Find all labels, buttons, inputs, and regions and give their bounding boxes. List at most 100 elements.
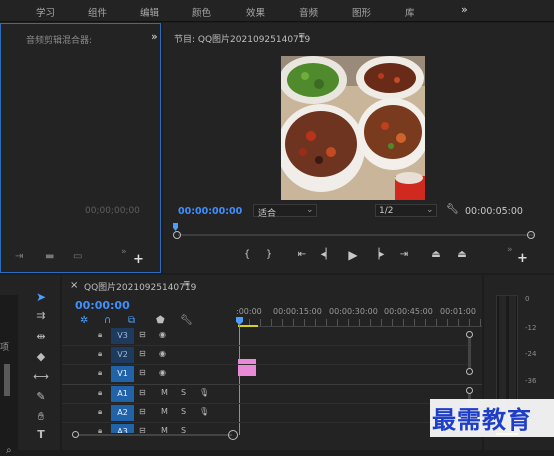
time-ruler[interactable]	[238, 319, 482, 327]
nav-icon[interactable]: ⇥	[15, 251, 23, 262]
program-current-timecode[interactable]: 00:00:00:00	[178, 206, 242, 217]
header-scroll[interactable]	[72, 430, 232, 440]
eye-icon[interactable]: ◉	[159, 368, 166, 377]
track-target-a2[interactable]: A2	[111, 405, 134, 421]
sync-lock-icon[interactable]: ⊟	[139, 407, 146, 416]
watermark-logo: 最需教育	[432, 405, 532, 434]
add-button[interactable]: +	[517, 251, 528, 266]
sync-lock-icon[interactable]: ⊟	[139, 330, 146, 339]
sync-lock-icon[interactable]: ⊟	[139, 368, 146, 377]
track-target-v2[interactable]: V2	[111, 347, 134, 363]
scroll-handle-right[interactable]	[228, 430, 238, 440]
marker-icon[interactable]: ⬟	[156, 315, 165, 326]
track-target-a1[interactable]: A1	[111, 386, 134, 402]
workspace-color[interactable]: 颜色	[192, 5, 211, 19]
video-scrollbar[interactable]	[468, 338, 471, 368]
lift-icon[interactable]: ⏏	[429, 249, 443, 260]
add-button[interactable]: +	[133, 252, 144, 267]
solo-button[interactable]: S	[181, 388, 186, 397]
workspace-assembly[interactable]: 组件	[88, 5, 107, 19]
razor-tool-icon[interactable]: ◆	[33, 349, 49, 365]
lock-icon[interactable]: 🔒︎	[98, 388, 102, 398]
mark-out-icon[interactable]: }	[262, 249, 276, 260]
timeline-timecode[interactable]: 00:00:00	[75, 299, 130, 312]
row-divider	[62, 345, 472, 346]
clip-icon[interactable]: ▬	[45, 251, 54, 262]
lock-icon[interactable]: 🔒︎	[98, 330, 102, 340]
step-forward-icon[interactable]: ▕▸	[371, 249, 385, 260]
workspace-audio[interactable]: 音频	[299, 5, 318, 19]
ripple-edit-tool-icon[interactable]: ⇹	[33, 329, 49, 345]
track-v1: 🔒︎ V1 ⊟ ◉	[62, 365, 236, 383]
mute-button[interactable]: M	[161, 388, 168, 397]
scrub-end-handle[interactable]	[527, 231, 535, 239]
linked-selection-icon[interactable]: ⧉	[128, 315, 135, 326]
video-scroll-handle-top[interactable]	[466, 331, 473, 338]
selection-tool-icon[interactable]: ➤	[33, 289, 49, 305]
sync-lock-icon[interactable]: ⊟	[139, 349, 146, 358]
nest-icon[interactable]: ✲	[80, 315, 88, 326]
track-select-tool-icon[interactable]: ⇉	[33, 308, 49, 324]
microphone-icon[interactable]: 🎙︎	[199, 407, 209, 416]
program-menu-icon[interactable]: ≡	[298, 31, 306, 41]
play-icon[interactable]: ▶	[346, 248, 360, 262]
close-tab-icon[interactable]: ×	[70, 280, 78, 291]
sync-lock-icon[interactable]: ⊟	[139, 388, 146, 397]
more-controls-icon[interactable]: »	[507, 245, 513, 255]
track-area: 🔒︎ V3 ⊟ ◉ 🔒︎ V2 ⊟ ◉ 🔒︎ V1 ⊟ ◉ 🔒︎ A1 ⊟ M …	[62, 327, 482, 433]
workspace-more-button[interactable]: »	[461, 3, 468, 16]
row-divider	[62, 364, 472, 365]
scrubber-track	[178, 234, 534, 236]
solo-button[interactable]: S	[181, 407, 186, 416]
resolution-dropdown[interactable]: 1/2 ⌄	[375, 204, 437, 217]
workspace-libraries[interactable]: 库	[405, 5, 415, 19]
lock-icon[interactable]: 🔒︎	[98, 349, 102, 359]
pen-tool-icon[interactable]: ✎	[33, 389, 49, 405]
video-scroll-handle-bottom[interactable]	[466, 368, 473, 375]
eye-icon[interactable]: ◉	[159, 349, 166, 358]
snap-icon[interactable]: ∩	[104, 315, 111, 326]
wrench-icon[interactable]: 🔧︎	[446, 204, 459, 215]
extract-icon[interactable]: ⏏	[455, 249, 469, 260]
workspace-effects[interactable]: 效果	[246, 5, 265, 19]
hand-tool-icon[interactable]: ✋︎	[33, 409, 49, 425]
more-controls-icon[interactable]: »	[121, 247, 127, 257]
microphone-icon[interactable]: 🎙︎	[199, 388, 209, 397]
wrench-icon[interactable]: 🔧︎	[180, 315, 193, 326]
audio-mixer-title: 音频剪辑混合器:	[26, 36, 93, 46]
meter-label: -36	[525, 377, 537, 385]
scroll-handle-left[interactable]	[72, 431, 79, 438]
search-icon[interactable]: ⌕	[6, 445, 12, 456]
scroll-track	[79, 434, 232, 436]
fit-dropdown[interactable]: 适合 ⌄	[253, 204, 317, 219]
mute-button[interactable]: M	[161, 407, 168, 416]
scrub-start-handle[interactable]	[173, 231, 181, 239]
program-scrubber[interactable]	[173, 223, 543, 239]
track-target-v1[interactable]: V1	[111, 366, 134, 382]
sequence-tab[interactable]: QQ图片20210925140719	[84, 280, 196, 293]
go-to-out-icon[interactable]: ⇥	[397, 249, 411, 260]
lock-icon[interactable]: 🔒︎	[98, 368, 102, 378]
scrollbar[interactable]	[4, 364, 10, 396]
mark-in-icon[interactable]: {	[240, 249, 254, 260]
chevron-down-icon: ⌄	[426, 205, 434, 215]
track-target-v3[interactable]: V3	[111, 328, 134, 344]
type-tool-icon[interactable]: T	[33, 427, 49, 443]
lock-icon[interactable]: 🔒︎	[98, 407, 102, 417]
video-clip[interactable]	[238, 359, 256, 376]
workspace-graphics[interactable]: 图形	[352, 5, 371, 19]
row-divider	[62, 403, 472, 404]
slip-tool-icon[interactable]: ⟷	[33, 369, 49, 385]
film-icon[interactable]: ▭	[73, 251, 82, 262]
video-frame	[281, 56, 425, 200]
go-to-in-icon[interactable]: ⇤	[295, 249, 309, 260]
step-back-icon[interactable]: ◂▏	[320, 249, 334, 260]
sequence-menu-icon[interactable]: ≡	[183, 279, 191, 289]
row-divider	[62, 422, 472, 423]
audio-scroll-handle-top[interactable]	[466, 387, 473, 394]
playhead-marker[interactable]	[173, 223, 178, 231]
workspace-editing[interactable]: 编辑	[140, 5, 159, 19]
workspace-learn[interactable]: 学习	[36, 5, 55, 19]
eye-icon[interactable]: ◉	[159, 330, 166, 339]
panel-more-button[interactable]: »	[151, 30, 158, 43]
